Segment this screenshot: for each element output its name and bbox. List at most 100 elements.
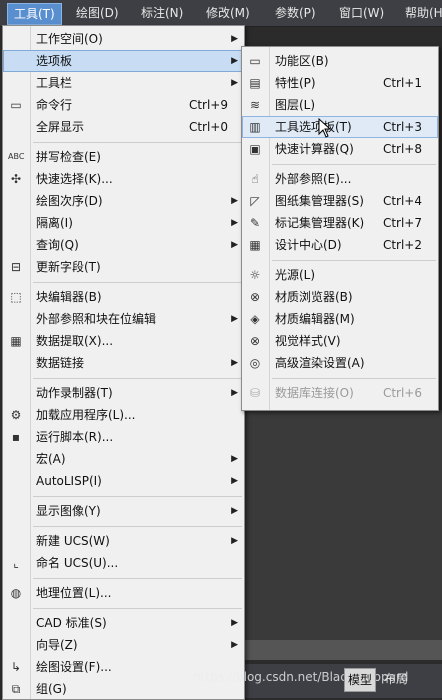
menu-item-label: 命令行 [36, 98, 73, 112]
submenu-arrow-icon: ▶ [231, 196, 238, 206]
submenu-item-materials-editor[interactable]: ◈ 材质编辑器(M) [242, 308, 438, 330]
menu-item-shortcut: Ctrl+0 [188, 120, 228, 134]
submenu-item-markup-set-manager[interactable]: ✎ 标记集管理器(K) Ctrl+7 [242, 212, 438, 234]
menu-item-data-extraction[interactable]: ▦ 数据提取(X)... [3, 330, 244, 352]
menu-item-update-fields[interactable]: ⊟ 更新字段(T) [3, 256, 244, 278]
menu-item-isolate[interactable]: 隔离(I) ▶ [3, 212, 244, 234]
submenu-item-xrefs[interactable]: ☝ 外部参照(E)... [242, 168, 438, 190]
menu-item-new-ucs[interactable]: 新建 UCS(W) ▶ [3, 530, 244, 552]
menu-item-label: 工作空间(O) [36, 32, 103, 46]
ribbon-icon: ▭ [249, 54, 261, 68]
palettes-submenu: ▭ 功能区(B) ▤ 特性(P) Ctrl+1 ≋ 图层(L) ▥ 工具选项板(… [241, 46, 439, 411]
submenu-item-tool-palettes[interactable]: ▥ 工具选项板(T) Ctrl+3 [242, 116, 438, 138]
materials-browser-icon: ⊗ [249, 290, 261, 304]
submenu-item-design-center[interactable]: ▦ 设计中心(D) Ctrl+2 [242, 234, 438, 256]
menu-item-load-application[interactable]: ⚙ 加载应用程序(L)... [3, 404, 244, 426]
menu-separator [272, 164, 436, 165]
menu-item-macros[interactable]: 宏(A) ▶ [3, 448, 244, 470]
menu-separator [33, 608, 242, 609]
menu-item-shortcut: Ctrl+6 [382, 386, 422, 400]
lights-icon: ☼ [249, 268, 261, 282]
submenu-item-quickcalc[interactable]: ▣ 快速计算器(Q) Ctrl+8 [242, 138, 438, 160]
menu-item-data-links[interactable]: 数据链接 ▶ [3, 352, 244, 374]
menu-item-shortcut: Ctrl+4 [382, 194, 422, 208]
submenu-item-render-settings[interactable]: ◎ 高级渲染设置(A) [242, 352, 438, 374]
layers-icon: ≋ [249, 98, 261, 112]
menu-modify[interactable]: 修改(M) [206, 0, 250, 26]
update-field-icon: ⊟ [10, 260, 22, 274]
menu-item-palettes[interactable]: 选项板 ▶ [3, 50, 244, 72]
menu-item-wizards[interactable]: 向导(Z) ▶ [3, 634, 244, 656]
submenu-item-visual-styles[interactable]: ⊗ 视觉样式(V) [242, 330, 438, 352]
menu-item-cad-standards[interactable]: CAD 标准(S) ▶ [3, 612, 244, 634]
menu-item-label: 更新字段(T) [36, 260, 101, 274]
menu-item-workspace[interactable]: 工作空间(O) ▶ [3, 28, 244, 50]
menu-item-label: 数据提取(X)... [36, 334, 114, 348]
menu-item-autolisp[interactable]: AutoLISP(I) ▶ [3, 470, 244, 492]
submenu-item-properties[interactable]: ▤ 特性(P) Ctrl+1 [242, 72, 438, 94]
mouse-cursor-icon [318, 118, 332, 138]
menu-help[interactable]: 帮助(H [405, 0, 442, 26]
menu-item-draw-order[interactable]: 绘图次序(D) ▶ [3, 190, 244, 212]
submenu-item-ribbon[interactable]: ▭ 功能区(B) [242, 50, 438, 72]
menu-item-label: 数据库连接(O) [275, 386, 354, 400]
submenu-item-layers[interactable]: ≋ 图层(L) [242, 94, 438, 116]
menu-item-label: 显示图像(Y) [36, 504, 101, 518]
menu-dimension[interactable]: 标注(N) [141, 0, 183, 26]
menu-item-label: 拼写检查(E) [36, 150, 101, 164]
submenu-arrow-icon: ▶ [231, 454, 238, 464]
menu-item-display-image[interactable]: 显示图像(Y) ▶ [3, 500, 244, 522]
render-settings-icon: ◎ [249, 356, 261, 370]
properties-icon: ▤ [249, 76, 261, 90]
menu-item-shortcut: Ctrl+8 [382, 142, 422, 156]
menu-item-inquiry[interactable]: 查询(Q) ▶ [3, 234, 244, 256]
menu-item-label: 命名 UCS(U)... [36, 556, 119, 570]
menu-item-label: 数据链接 [36, 356, 85, 370]
markup-set-manager-icon: ✎ [249, 216, 261, 230]
menu-window[interactable]: 窗口(W) [339, 0, 384, 26]
menu-item-label: 标记集管理器(K) [275, 216, 365, 230]
submenu-arrow-icon: ▶ [231, 618, 238, 628]
drawing-canvas[interactable] [245, 410, 442, 660]
menu-item-label: 查询(Q) [36, 238, 79, 252]
menu-item-run-script[interactable]: ▪ 运行脚本(R)... [3, 426, 244, 448]
design-center-icon: ▦ [249, 238, 261, 252]
menu-item-spell-check[interactable]: ABC 拼写检查(E) [3, 146, 244, 168]
menu-item-label: 加载应用程序(L)... [36, 408, 136, 422]
menu-item-xref-edit[interactable]: 外部参照和块在位编辑 ▶ [3, 308, 244, 330]
menu-item-fullscreen[interactable]: 全屏显示 Ctrl+0 [3, 116, 244, 138]
menu-separator [33, 496, 242, 497]
quick-select-icon: ✣ [10, 172, 22, 186]
submenu-item-materials-browser[interactable]: ⊗ 材质浏览器(B) [242, 286, 438, 308]
submenu-item-lights[interactable]: ☼ 光源(L) [242, 264, 438, 286]
menu-separator [33, 378, 242, 379]
submenu-arrow-icon: ▶ [231, 314, 238, 324]
menu-item-action-recorder[interactable]: 动作录制器(T) ▶ [3, 382, 244, 404]
menu-item-toolbars[interactable]: 工具栏 ▶ [3, 72, 244, 94]
menu-separator [33, 526, 242, 527]
menu-item-command-line[interactable]: ▭ 命令行 Ctrl+9 [3, 94, 244, 116]
menu-item-quick-select[interactable]: ✣ 快速选择(K)... [3, 168, 244, 190]
materials-editor-icon: ◈ [250, 312, 260, 326]
external-references-icon: ☝ [251, 172, 259, 186]
menu-item-block-editor[interactable]: ⬚ 块编辑器(B) [3, 286, 244, 308]
submenu-item-sheet-set-manager[interactable]: ◸ 图纸集管理器(S) Ctrl+4 [242, 190, 438, 212]
menu-item-label: 外部参照(E)... [275, 172, 352, 186]
menu-item-geographic-location[interactable]: ◍ 地理位置(L)... [3, 582, 244, 604]
named-ucs-icon: ⌞ [13, 556, 19, 570]
menu-item-label: 块编辑器(B) [36, 290, 102, 304]
menu-item-label: 高级渲染设置(A) [275, 356, 365, 370]
submenu-arrow-icon: ▶ [231, 34, 238, 44]
menu-item-label: 设计中心(D) [275, 238, 342, 252]
menu-draw[interactable]: 绘图(D) [76, 0, 119, 26]
menu-tools[interactable]: 工具(T) [7, 3, 62, 25]
menu-item-shortcut: Ctrl+2 [382, 238, 422, 252]
submenu-arrow-icon: ▶ [231, 358, 238, 368]
menu-item-label: 组(G) [36, 682, 67, 696]
menu-parametric[interactable]: 参数(P) [275, 0, 316, 26]
submenu-arrow-icon: ▶ [231, 536, 238, 546]
submenu-arrow-icon: ▶ [231, 388, 238, 398]
tab-model[interactable]: 模型 [344, 668, 377, 692]
menu-item-named-ucs[interactable]: ⌞ 命名 UCS(U)... [3, 552, 244, 574]
tab-layout[interactable]: 布局 [384, 668, 408, 690]
